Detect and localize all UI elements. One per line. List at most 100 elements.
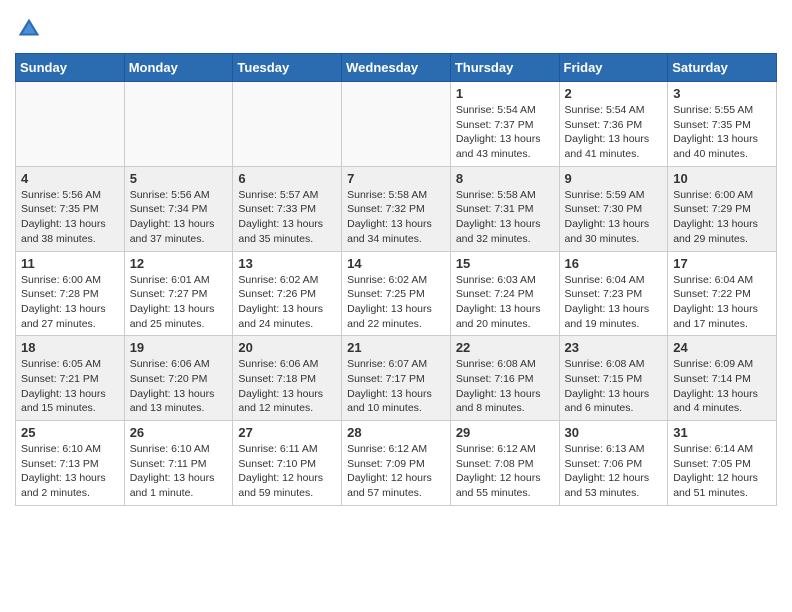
day-info: Sunrise: 6:00 AM Sunset: 7:29 PM Dayligh… — [673, 188, 771, 247]
calendar-cell: 31 Sunrise: 6:14 AM Sunset: 7:05 PM Dayli… — [668, 421, 777, 506]
calendar-cell: 22 Sunrise: 6:08 AM Sunset: 7:16 PM Dayli… — [450, 336, 559, 421]
calendar-cell: 17Sunrise: 6:04 AM Sunset: 7:22 PM Dayli… — [668, 251, 777, 336]
calendar-cell: 19 Sunrise: 6:06 AM Sunset: 7:20 PM Dayli… — [124, 336, 233, 421]
day-info: Sunrise: 6:00 AM Sunset: 7:28 PM Dayligh… — [21, 273, 119, 332]
logo — [15, 15, 47, 43]
calendar-cell — [16, 82, 125, 167]
day-number: 29 — [456, 425, 554, 440]
calendar-cell: 24Sunrise: 6:09 AM Sunset: 7:14 PM Dayli… — [668, 336, 777, 421]
calendar-cell: 23 Sunrise: 6:08 AM Sunset: 7:15 PM Dayli… — [559, 336, 668, 421]
day-info: Sunrise: 6:04 AM Sunset: 7:22 PM Dayligh… — [673, 273, 771, 332]
calendar-cell: 30 Sunrise: 6:13 AM Sunset: 7:06 PM Dayli… — [559, 421, 668, 506]
calendar-week-row: 11 Sunrise: 6:00 AM Sunset: 7:28 PM Dayli… — [16, 251, 777, 336]
calendar-cell: 20 Sunrise: 6:06 AM Sunset: 7:18 PM Dayli… — [233, 336, 342, 421]
calendar-cell: 4 Sunrise: 5:56 AM Sunset: 7:35 PM Daylig… — [16, 166, 125, 251]
day-info: Sunrise: 6:02 AM Sunset: 7:26 PM Dayligh… — [238, 273, 336, 332]
calendar-cell: 21 Sunrise: 6:07 AM Sunset: 7:17 PM Dayli… — [342, 336, 451, 421]
calendar-cell: 15 Sunrise: 6:03 AM Sunset: 7:24 PM Dayli… — [450, 251, 559, 336]
day-number: 23 — [565, 340, 663, 355]
day-info: Sunrise: 6:07 AM Sunset: 7:17 PM Dayligh… — [347, 357, 445, 416]
day-info: Sunrise: 5:56 AM Sunset: 7:34 PM Dayligh… — [130, 188, 228, 247]
calendar-cell — [124, 82, 233, 167]
calendar-cell: 2 Sunrise: 5:54 AM Sunset: 7:36 PM Daylig… — [559, 82, 668, 167]
day-info: Sunrise: 5:56 AM Sunset: 7:35 PM Dayligh… — [21, 188, 119, 247]
day-info: Sunrise: 6:04 AM Sunset: 7:23 PM Dayligh… — [565, 273, 663, 332]
calendar-cell: 3Sunrise: 5:55 AM Sunset: 7:35 PM Daylig… — [668, 82, 777, 167]
calendar-cell: 5 Sunrise: 5:56 AM Sunset: 7:34 PM Daylig… — [124, 166, 233, 251]
day-info: Sunrise: 6:11 AM Sunset: 7:10 PM Dayligh… — [238, 442, 336, 501]
day-number: 4 — [21, 171, 119, 186]
day-info: Sunrise: 5:54 AM Sunset: 7:37 PM Dayligh… — [456, 103, 554, 162]
day-number: 19 — [130, 340, 228, 355]
day-number: 12 — [130, 256, 228, 271]
day-header-thursday: Thursday — [450, 54, 559, 82]
calendar-cell — [233, 82, 342, 167]
calendar-week-row: 1 Sunrise: 5:54 AM Sunset: 7:37 PM Daylig… — [16, 82, 777, 167]
calendar-cell: 12Sunrise: 6:01 AM Sunset: 7:27 PM Dayli… — [124, 251, 233, 336]
calendar-cell: 6 Sunrise: 5:57 AM Sunset: 7:33 PM Daylig… — [233, 166, 342, 251]
day-number: 9 — [565, 171, 663, 186]
day-info: Sunrise: 6:14 AM Sunset: 7:05 PM Dayligh… — [673, 442, 771, 501]
day-info: Sunrise: 6:03 AM Sunset: 7:24 PM Dayligh… — [456, 273, 554, 332]
calendar-cell: 8Sunrise: 5:58 AM Sunset: 7:31 PM Daylig… — [450, 166, 559, 251]
day-number: 14 — [347, 256, 445, 271]
calendar-week-row: 25Sunrise: 6:10 AM Sunset: 7:13 PM Dayli… — [16, 421, 777, 506]
day-number: 22 — [456, 340, 554, 355]
calendar-cell: 7 Sunrise: 5:58 AM Sunset: 7:32 PM Daylig… — [342, 166, 451, 251]
day-number: 2 — [565, 86, 663, 101]
day-header-monday: Monday — [124, 54, 233, 82]
day-info: Sunrise: 5:54 AM Sunset: 7:36 PM Dayligh… — [565, 103, 663, 162]
calendar-cell: 27 Sunrise: 6:11 AM Sunset: 7:10 PM Dayli… — [233, 421, 342, 506]
day-info: Sunrise: 6:10 AM Sunset: 7:11 PM Dayligh… — [130, 442, 228, 501]
day-number: 28 — [347, 425, 445, 440]
calendar-cell — [342, 82, 451, 167]
day-header-tuesday: Tuesday — [233, 54, 342, 82]
calendar-cell: 18 Sunrise: 6:05 AM Sunset: 7:21 PM Dayli… — [16, 336, 125, 421]
day-info: Sunrise: 6:12 AM Sunset: 7:09 PM Dayligh… — [347, 442, 445, 501]
day-number: 31 — [673, 425, 771, 440]
calendar-cell: 25Sunrise: 6:10 AM Sunset: 7:13 PM Dayli… — [16, 421, 125, 506]
page-header — [15, 15, 777, 43]
day-number: 11 — [21, 256, 119, 271]
calendar-header-row: SundayMondayTuesdayWednesdayThursdayFrid… — [16, 54, 777, 82]
day-number: 10 — [673, 171, 771, 186]
logo-icon — [15, 15, 43, 43]
day-number: 13 — [238, 256, 336, 271]
day-number: 1 — [456, 86, 554, 101]
day-header-sunday: Sunday — [16, 54, 125, 82]
day-number: 16 — [565, 256, 663, 271]
day-header-saturday: Saturday — [668, 54, 777, 82]
calendar-cell: 14Sunrise: 6:02 AM Sunset: 7:25 PM Dayli… — [342, 251, 451, 336]
calendar-week-row: 4 Sunrise: 5:56 AM Sunset: 7:35 PM Daylig… — [16, 166, 777, 251]
day-info: Sunrise: 5:58 AM Sunset: 7:32 PM Dayligh… — [347, 188, 445, 247]
day-header-wednesday: Wednesday — [342, 54, 451, 82]
day-info: Sunrise: 5:58 AM Sunset: 7:31 PM Dayligh… — [456, 188, 554, 247]
day-number: 6 — [238, 171, 336, 186]
day-info: Sunrise: 5:55 AM Sunset: 7:35 PM Dayligh… — [673, 103, 771, 162]
day-info: Sunrise: 6:06 AM Sunset: 7:20 PM Dayligh… — [130, 357, 228, 416]
day-header-friday: Friday — [559, 54, 668, 82]
calendar-cell: 10 Sunrise: 6:00 AM Sunset: 7:29 PM Dayli… — [668, 166, 777, 251]
day-info: Sunrise: 6:13 AM Sunset: 7:06 PM Dayligh… — [565, 442, 663, 501]
day-number: 30 — [565, 425, 663, 440]
day-number: 7 — [347, 171, 445, 186]
day-info: Sunrise: 6:06 AM Sunset: 7:18 PM Dayligh… — [238, 357, 336, 416]
day-number: 27 — [238, 425, 336, 440]
day-info: Sunrise: 6:05 AM Sunset: 7:21 PM Dayligh… — [21, 357, 119, 416]
day-number: 5 — [130, 171, 228, 186]
day-number: 15 — [456, 256, 554, 271]
calendar-cell: 1 Sunrise: 5:54 AM Sunset: 7:37 PM Daylig… — [450, 82, 559, 167]
day-number: 18 — [21, 340, 119, 355]
day-number: 21 — [347, 340, 445, 355]
day-info: Sunrise: 6:08 AM Sunset: 7:16 PM Dayligh… — [456, 357, 554, 416]
day-number: 25 — [21, 425, 119, 440]
calendar-cell: 13 Sunrise: 6:02 AM Sunset: 7:26 PM Dayli… — [233, 251, 342, 336]
day-number: 24 — [673, 340, 771, 355]
day-number: 20 — [238, 340, 336, 355]
calendar-cell: 28 Sunrise: 6:12 AM Sunset: 7:09 PM Dayli… — [342, 421, 451, 506]
day-info: Sunrise: 6:08 AM Sunset: 7:15 PM Dayligh… — [565, 357, 663, 416]
day-info: Sunrise: 5:57 AM Sunset: 7:33 PM Dayligh… — [238, 188, 336, 247]
calendar-cell: 9Sunrise: 5:59 AM Sunset: 7:30 PM Daylig… — [559, 166, 668, 251]
day-info: Sunrise: 6:12 AM Sunset: 7:08 PM Dayligh… — [456, 442, 554, 501]
calendar-table: SundayMondayTuesdayWednesdayThursdayFrid… — [15, 53, 777, 506]
